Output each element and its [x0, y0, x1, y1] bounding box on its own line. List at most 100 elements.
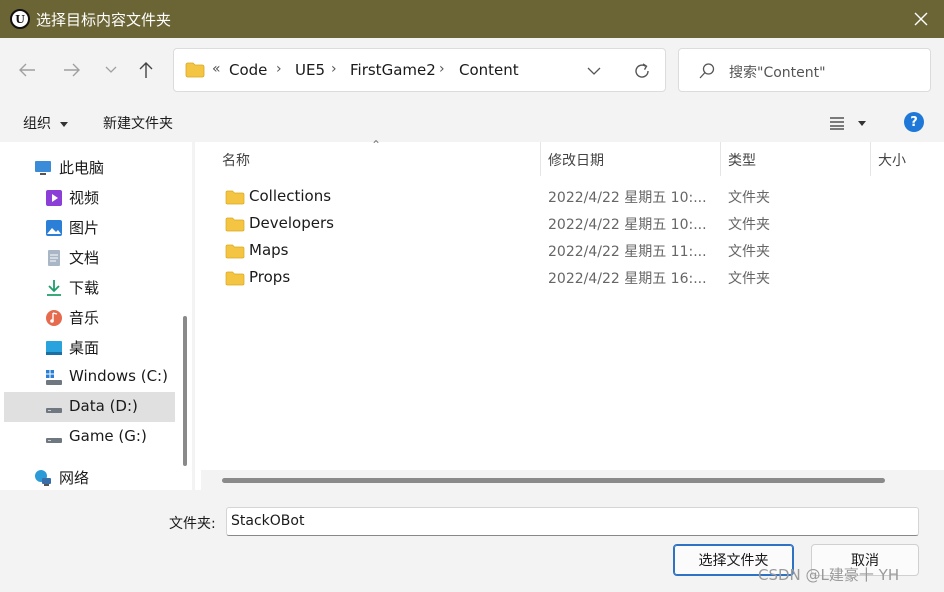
list-view-icon [830, 117, 844, 130]
sidebar-scrollbar[interactable] [183, 316, 187, 466]
unreal-engine-icon: U [10, 9, 30, 29]
folder-field-label: 文件夹: [169, 516, 216, 532]
pictures-icon [46, 220, 62, 236]
sidebar-item-downloads[interactable]: 下载 [4, 272, 175, 302]
sidebar-item-data-d[interactable]: Data (D:) [4, 392, 175, 422]
file-list-pane: ⌃ 名称 修改日期 类型 大小 Collections 2022/4/22 星期… [195, 138, 944, 490]
chevron-down-icon [587, 67, 601, 75]
breadcrumb-ue5[interactable]: UE5 [295, 61, 325, 79]
documents-icon [48, 250, 60, 266]
help-icon[interactable]: ? [904, 112, 924, 132]
new-folder-button[interactable]: 新建文件夹 [103, 113, 173, 133]
sidebar-item-network[interactable]: 网络 [4, 462, 175, 492]
column-divider[interactable] [870, 142, 871, 176]
address-bar[interactable]: « Code › UE5 › FirstGame2 › Content [173, 48, 666, 92]
up-button[interactable] [131, 56, 161, 84]
watermark: CSDN @L建豪十 YH [758, 566, 900, 584]
file-name: Collections [249, 187, 332, 205]
sort-ascending-icon: ⌃ [371, 138, 382, 152]
drive-icon [46, 408, 62, 413]
sidebar-item-label: Data (D:) [69, 397, 138, 415]
folder-icon [185, 62, 205, 78]
desktop-icon [46, 341, 62, 355]
sidebar-item-pictures[interactable]: 图片 [4, 212, 175, 242]
recent-locations-button[interactable] [96, 56, 126, 84]
view-options-button[interactable] [826, 113, 870, 133]
refresh-icon [635, 63, 649, 78]
music-icon [46, 310, 62, 326]
file-date: 2022/4/22 星期五 11:... [548, 244, 707, 260]
file-type: 文件夹 [728, 190, 770, 206]
column-header-size[interactable]: 大小 [878, 150, 906, 170]
file-type: 文件夹 [728, 271, 770, 287]
address-dropdown-button[interactable] [582, 61, 606, 81]
sidebar-item-label: 此电脑 [59, 159, 105, 177]
column-header-type[interactable]: 类型 [728, 150, 756, 170]
sidebar-item-label: 音乐 [69, 309, 100, 327]
close-button[interactable] [898, 0, 944, 38]
search-box[interactable]: 搜索"Content" [678, 48, 931, 92]
file-name: Developers [249, 214, 334, 232]
file-date: 2022/4/22 星期五 10:... [548, 190, 707, 206]
sidebar-item-label: Windows (C:) [69, 367, 168, 385]
navigation-pane: 此电脑 视频 图片 文档 下载 音乐 桌面 Windows (C:) Data … [0, 142, 192, 490]
sidebar-item-label: 桌面 [69, 339, 100, 357]
close-icon [914, 12, 928, 26]
title-bar: U 选择目标内容文件夹 [0, 0, 944, 38]
breadcrumb-content[interactable]: Content [459, 61, 519, 79]
computer-icon [35, 161, 51, 175]
chevron-down-icon [105, 66, 117, 73]
file-row-props[interactable]: Props 2022/4/22 星期五 16:... 文件夹 [195, 264, 895, 291]
breadcrumb-firstgame2[interactable]: FirstGame2 [350, 61, 436, 79]
forward-button[interactable] [57, 56, 87, 84]
breadcrumb-code[interactable]: Code [229, 61, 267, 79]
downloads-icon [47, 280, 61, 296]
sidebar-item-documents[interactable]: 文档 [4, 242, 175, 272]
drive-icon [46, 438, 62, 443]
sidebar-item-label: 视频 [69, 189, 100, 207]
folder-icon [225, 244, 245, 259]
search-placeholder: 搜索"Content" [729, 65, 826, 81]
windows-drive-icon [46, 370, 62, 385]
organize-label: 组织 [23, 116, 51, 132]
sidebar-item-videos[interactable]: 视频 [4, 182, 175, 212]
sidebar-item-desktop[interactable]: 桌面 [4, 332, 175, 362]
breadcrumb-separator: › [439, 61, 445, 77]
column-header-name[interactable]: 名称 [222, 150, 250, 170]
caret-down-icon [60, 121, 69, 127]
column-header-date[interactable]: 修改日期 [548, 150, 604, 170]
caret-down-icon [858, 121, 866, 126]
folder-icon [225, 190, 245, 205]
sidebar-item-game-g[interactable]: Game (G:) [4, 422, 175, 452]
search-icon [699, 63, 715, 79]
back-button[interactable] [12, 56, 42, 84]
sidebar-item-windows-c[interactable]: Windows (C:) [4, 362, 175, 392]
file-row-maps[interactable]: Maps 2022/4/22 星期五 11:... 文件夹 [195, 237, 895, 264]
sidebar-item-this-pc[interactable]: 此电脑 [4, 152, 175, 182]
refresh-button[interactable] [630, 60, 654, 82]
overflow-chevron[interactable]: « [212, 61, 221, 77]
sidebar-item-label: 网络 [59, 469, 90, 487]
file-type: 文件夹 [728, 217, 770, 233]
sidebar-item-label: 下载 [69, 279, 100, 297]
window-title: 选择目标内容文件夹 [36, 11, 172, 29]
sidebar-item-music[interactable]: 音乐 [4, 302, 175, 332]
file-name: Maps [249, 241, 289, 259]
folder-icon [225, 217, 245, 232]
file-row-developers[interactable]: Developers 2022/4/22 星期五 10:... 文件夹 [195, 210, 895, 237]
organize-menu[interactable]: 组织 [23, 113, 69, 133]
column-divider[interactable] [540, 142, 541, 176]
file-row-collections[interactable]: Collections 2022/4/22 星期五 10:... 文件夹 [195, 183, 895, 210]
sidebar-item-label: Game (G:) [69, 427, 147, 445]
file-type: 文件夹 [728, 244, 770, 260]
file-name: Props [249, 268, 291, 286]
folder-name-input[interactable]: StackOBot [226, 507, 919, 536]
arrow-left-icon [19, 63, 35, 77]
file-date: 2022/4/22 星期五 10:... [548, 217, 707, 233]
breadcrumb-separator: › [276, 61, 282, 77]
column-divider[interactable] [720, 142, 721, 176]
sidebar-item-label: 图片 [69, 219, 100, 237]
dialog-footer: 文件夹: StackOBot 选择文件夹 取消 CSDN @L建豪十 YH [0, 490, 944, 592]
sidebar-item-label: 文档 [69, 249, 100, 267]
horizontal-scrollbar[interactable] [222, 478, 885, 483]
